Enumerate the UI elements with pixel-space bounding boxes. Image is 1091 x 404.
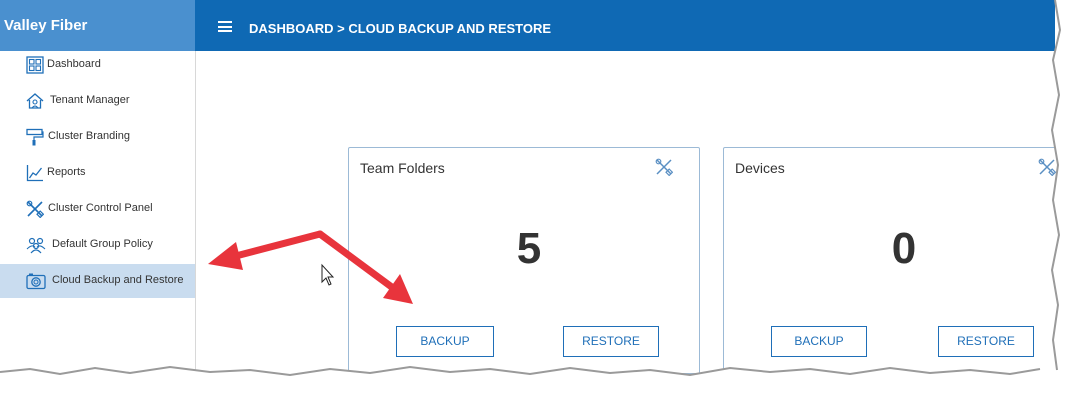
tools-icon (26, 200, 44, 218)
header-bar: DASHBOARD > CLOUD BACKUP AND RESTORE (195, 0, 1055, 51)
card-title: Devices (735, 160, 785, 176)
sidebar-item-cloud-backup-and-restore[interactable]: Cloud Backup and Restore (0, 264, 195, 298)
team-folders-card: Team Folders 5 BACKUP RESTORE (348, 147, 700, 374)
torn-edge-decoration (1050, 0, 1091, 371)
restore-button[interactable]: RESTORE (563, 326, 659, 357)
sidebar-item-default-group-policy[interactable]: Default Group Policy (0, 228, 195, 262)
mouse-cursor-icon (321, 263, 335, 286)
sidebar-item-tenant-manager[interactable]: Tenant Manager (0, 84, 195, 118)
sidebar-item-cluster-branding[interactable]: Cluster Branding (0, 120, 195, 154)
sidebar: Valley Fiber Dashboard Tenant Manager Cl… (0, 0, 196, 370)
sidebar-item-label: Cloud Backup and Restore (52, 274, 184, 286)
devices-count: 0 (891, 224, 917, 273)
sidebar-item-reports[interactable]: Reports (0, 156, 195, 190)
paint-roller-icon (26, 128, 44, 146)
breadcrumb: DASHBOARD > CLOUD BACKUP AND RESTORE (249, 21, 552, 36)
restore-button[interactable]: RESTORE (938, 326, 1034, 357)
hamburger-menu-icon[interactable] (218, 21, 232, 32)
brand-title: Valley Fiber (0, 0, 195, 51)
backup-button[interactable]: BACKUP (771, 326, 867, 357)
users-group-icon (26, 237, 46, 254)
sidebar-item-label: Reports (47, 166, 86, 178)
team-folders-count: 5 (516, 224, 542, 273)
sidebar-item-label: Dashboard (47, 58, 101, 70)
sidebar-item-label: Cluster Control Panel (48, 202, 153, 214)
sidebar-item-label: Default Group Policy (52, 238, 153, 250)
line-chart-icon (26, 165, 43, 182)
tools-icon[interactable] (655, 158, 673, 176)
card-title: Team Folders (360, 160, 445, 176)
sidebar-item-dashboard[interactable]: Dashboard (0, 48, 195, 82)
backup-button[interactable]: BACKUP (396, 326, 494, 357)
devices-card: Devices 0 BACKUP RESTORE (723, 147, 1075, 374)
sidebar-item-cluster-control-panel[interactable]: Cluster Control Panel (0, 192, 195, 226)
sidebar-item-label: Cluster Branding (48, 130, 130, 142)
sidebar-item-label: Tenant Manager (50, 94, 130, 106)
tenant-house-icon (26, 93, 44, 109)
camera-icon (26, 273, 46, 290)
torn-edge-decoration (0, 365, 1091, 404)
dashboard-grid-icon (26, 56, 44, 74)
annotation-arrow (208, 230, 324, 270)
